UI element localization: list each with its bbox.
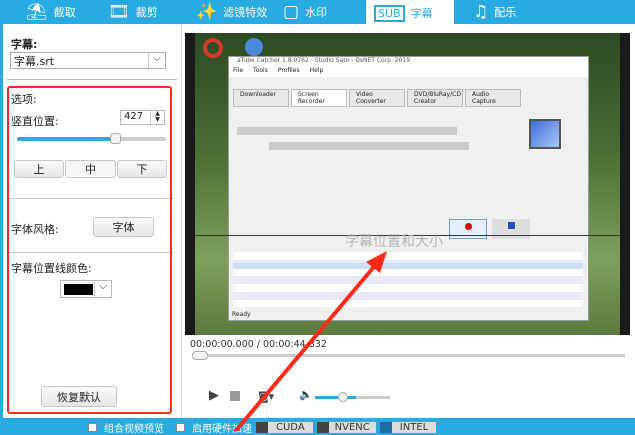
intel-button[interactable]: INTEL: [379, 422, 437, 433]
preview-menu-item: Help: [309, 67, 324, 74]
vertical-position-slider[interactable]: [17, 133, 166, 144]
film-icon: 🎞: [108, 2, 130, 22]
align-bottom-button[interactable]: 下: [117, 160, 167, 178]
preview-area: aTube Catcher 1.8.9762 - Studio Sato - D…: [182, 24, 635, 418]
highlight-box: [7, 86, 172, 414]
preview-tab: Downloader: [233, 89, 289, 107]
nvenc-button[interactable]: NVENC: [316, 422, 376, 433]
line-color-picker[interactable]: ⌵: [60, 280, 112, 298]
browser-app-icon: [245, 38, 263, 56]
preview-tab: Video Converter: [349, 89, 405, 107]
chevron-down-icon: ⌵: [94, 281, 111, 297]
subtitle-label: 字幕:: [11, 38, 38, 51]
subtitle-file-select[interactable]: 字幕.srt ⌵: [10, 52, 166, 69]
refresh-app-icon: [203, 38, 223, 58]
vertical-position-label: 竖直位置:: [11, 115, 59, 128]
preview-tab: Screen Recorder: [291, 89, 347, 107]
camera-snapshot-icon[interactable]: ◙▾: [258, 390, 274, 403]
cake-icon: ⛱: [26, 2, 48, 22]
bottom-bar: 组合视频预览 启用硬件加速 CUDA NVENC INTEL: [88, 420, 437, 435]
spinner-arrows-icon[interactable]: ▲ ▼: [150, 111, 164, 124]
subtitle-icon: SUB: [374, 4, 405, 22]
preview-tab: Audio Capture: [465, 89, 521, 107]
font-style-label: 字体风格:: [11, 223, 59, 236]
monitor-icon: [529, 119, 561, 149]
seek-bar[interactable]: [192, 351, 625, 360]
watermark-icon: ▢: [283, 2, 300, 22]
preview-menu-item: Tools: [253, 67, 268, 74]
tab-watermark[interactable]: ▢ 水印: [275, 0, 335, 24]
line-color-label: 字幕位置线颜色:: [11, 262, 92, 275]
volume-thumb[interactable]: [337, 392, 348, 402]
align-middle-button[interactable]: 中: [65, 160, 116, 178]
options-title: 选项:: [11, 93, 37, 106]
magic-wand-icon: ✨: [196, 2, 218, 22]
play-icon[interactable]: ▶: [209, 388, 219, 403]
font-button[interactable]: 字体: [93, 217, 154, 237]
subtitle-settings-panel: 字幕: 字幕.srt ⌵ 选项: 竖直位置: 427 ▲ ▼ 上 中 下 字体风格:…: [3, 24, 181, 418]
tab-crop[interactable]: 🎞 裁剪: [100, 0, 166, 24]
tab-filters[interactable]: ✨ 滤镜特效: [188, 0, 275, 24]
seek-thumb[interactable]: [192, 351, 208, 360]
tab-subtitle[interactable]: SUB 字幕: [366, 0, 454, 26]
tab-capture[interactable]: ⛱ 截取: [18, 0, 84, 24]
chevron-down-icon: ⌵: [148, 53, 165, 68]
slider-thumb[interactable]: [110, 133, 122, 144]
tab-music[interactable]: ♫ 配乐: [465, 0, 524, 24]
subtitle-overlay-text: 字幕位置和大小: [345, 234, 443, 250]
record-icon: [449, 219, 487, 239]
reset-defaults-button[interactable]: 恢复默认: [41, 386, 117, 407]
color-swatch: [64, 284, 93, 295]
align-top-button[interactable]: 上: [14, 160, 64, 178]
volume-icon[interactable]: 🔈: [299, 388, 313, 401]
time-display: 00:00:00.000 / 00:00:44.332: [190, 339, 327, 350]
preview-menu-item: Profiles: [277, 67, 300, 74]
preview-menu-item: File: [233, 67, 244, 74]
volume-slider[interactable]: [315, 392, 390, 402]
music-icon: ♫: [473, 2, 489, 22]
vertical-position-spinner[interactable]: 427 ▲ ▼: [120, 110, 165, 125]
preview-tab: DVD/BluRay/CD Creator: [407, 89, 463, 107]
cuda-button[interactable]: CUDA: [256, 422, 313, 433]
captured-window: aTube Catcher 1.8.9762 - Studio Sato - D…: [228, 56, 589, 321]
video-preview[interactable]: aTube Catcher 1.8.9762 - Studio Sato - D…: [185, 33, 630, 335]
stop-icon[interactable]: [230, 391, 240, 401]
